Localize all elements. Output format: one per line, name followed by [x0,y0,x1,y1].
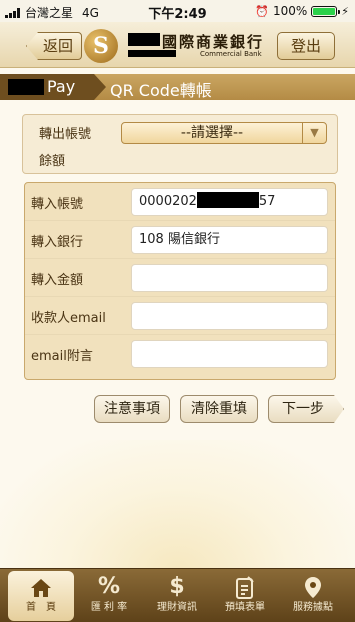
email-note-input[interactable] [139,341,327,367]
form-row-amount: 轉入金額 [25,259,335,297]
charging-icon: ⚡ [341,4,349,18]
nav-locations[interactable]: 服務據點 [280,571,346,621]
page-title-bar: Pay QR Code轉帳 [0,74,355,100]
back-button[interactable]: 返回 [26,32,82,60]
amount-field[interactable] [131,264,328,292]
source-account-panel: 轉出帳號 --請選擇-- ▼ 餘額 [22,114,338,174]
location-icon [280,571,346,601]
battery-percent: 100% [272,4,308,18]
dest-account-field[interactable]: 0000202 57 [131,188,328,216]
dest-bank-label: 轉入銀行 [31,235,84,250]
logout-button[interactable]: 登出 [277,32,335,60]
payee-email-field[interactable] [131,302,328,330]
amount-label: 轉入金額 [31,273,84,288]
notice-button[interactable]: 注意事項 [94,395,170,423]
percent-icon: % [97,574,121,599]
breadcrumb-pay[interactable]: Pay [0,74,106,100]
nav-forms[interactable]: 預填表單 [212,571,278,621]
nav-home[interactable]: 首 頁 [8,571,74,621]
redacted-pay-brand [8,79,44,95]
next-step-button[interactable]: 下一步 [268,395,344,423]
app-header: 返回 S 國際商業銀行 Commercial Bank 登出 [0,22,355,68]
dest-account-suffix: 57 [258,194,276,209]
status-bar: 台灣之星 4G 下午2:49 ⏰ 100% ⚡ [0,0,355,22]
email-note-label: email附言 [31,349,93,364]
nav-home-label: 首 頁 [26,602,56,613]
payee-email-input[interactable] [139,303,327,329]
redacted-bank-prefix [128,33,160,46]
page-title: QR Code轉帳 [110,81,212,100]
battery-icon [311,5,341,17]
nav-locations-label: 服務據點 [293,602,333,613]
dest-account-label: 轉入帳號 [31,197,84,212]
alarm-icon: ⏰ [255,4,269,18]
source-account-select[interactable]: --請選擇-- ▼ [121,122,327,144]
nav-rates-label: 匯 利 率 [90,602,128,613]
email-note-field[interactable] [131,340,328,368]
form-row-account: 轉入帳號 0000202 57 [25,183,335,221]
form-row-bank: 轉入銀行 108 陽信銀行 [25,221,335,259]
finance-icon: $ [169,574,185,599]
nav-rates[interactable]: % 匯 利 率 [76,571,142,621]
nav-finance-label: 理財資訊 [157,602,197,613]
dest-account-prefix: 0000202 [139,194,197,209]
source-account-label: 轉出帳號 [39,127,92,142]
background-decoration [0,440,355,570]
form-row-email-note: email附言 [25,335,335,373]
pay-label: Pay [47,77,76,96]
form-icon [212,571,278,601]
nav-finance[interactable]: $ 理財資訊 [144,571,210,621]
chevron-down-icon: ▼ [302,123,326,143]
amount-input[interactable] [139,265,327,291]
bottom-nav: 首 頁 % 匯 利 率 $ 理財資訊 預填表單 服務據點 [0,568,355,622]
balance-label: 餘額 [39,154,66,169]
transfer-form: 轉入帳號 0000202 57 轉入銀行 108 陽信銀行 轉入金額 收款人ema… [24,182,336,380]
home-icon [8,571,74,601]
form-row-email: 收款人email [25,297,335,335]
bank-logo-icon: S [84,29,118,63]
bank-name-en: Commercial Bank [200,50,262,58]
bank-name: 國際商業銀行 [162,33,265,51]
redacted-account-digits [196,192,259,208]
source-account-select-value: --請選擇-- [180,125,244,141]
clear-button[interactable]: 清除重填 [180,395,258,423]
dest-bank-field[interactable]: 108 陽信銀行 [131,226,328,254]
nav-forms-label: 預填表單 [225,602,265,613]
payee-email-label: 收款人email [31,311,106,326]
